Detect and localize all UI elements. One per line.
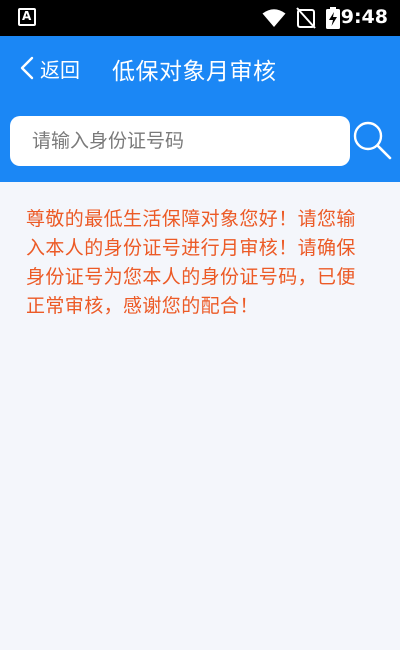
back-label: 返回: [40, 57, 80, 82]
page-title: 低保对象月审核: [112, 59, 277, 85]
app-header: 返回 低保对象月审核: [0, 36, 400, 100]
notice-text: 尊敬的最低生活保障对象您好！请您输入本人的身份证号进行月审核！请确保身份证号为您…: [26, 208, 356, 317]
status-icons: [262, 7, 340, 29]
chevron-left-icon: [20, 56, 34, 80]
wifi-icon: [262, 9, 286, 27]
app-notification-letter: A: [22, 9, 32, 23]
back-button[interactable]: 返回: [20, 50, 80, 86]
id-number-search-input[interactable]: [10, 116, 350, 166]
search-icon: [353, 121, 392, 160]
status-time: 9:48: [340, 6, 388, 28]
battery-charging-icon: [326, 7, 340, 29]
search-bar: [0, 100, 400, 182]
app-notification-icon: A: [18, 8, 36, 26]
search-button[interactable]: [352, 120, 394, 162]
no-signal-icon: [296, 7, 316, 29]
status-bar: A 9:48: [0, 0, 400, 36]
